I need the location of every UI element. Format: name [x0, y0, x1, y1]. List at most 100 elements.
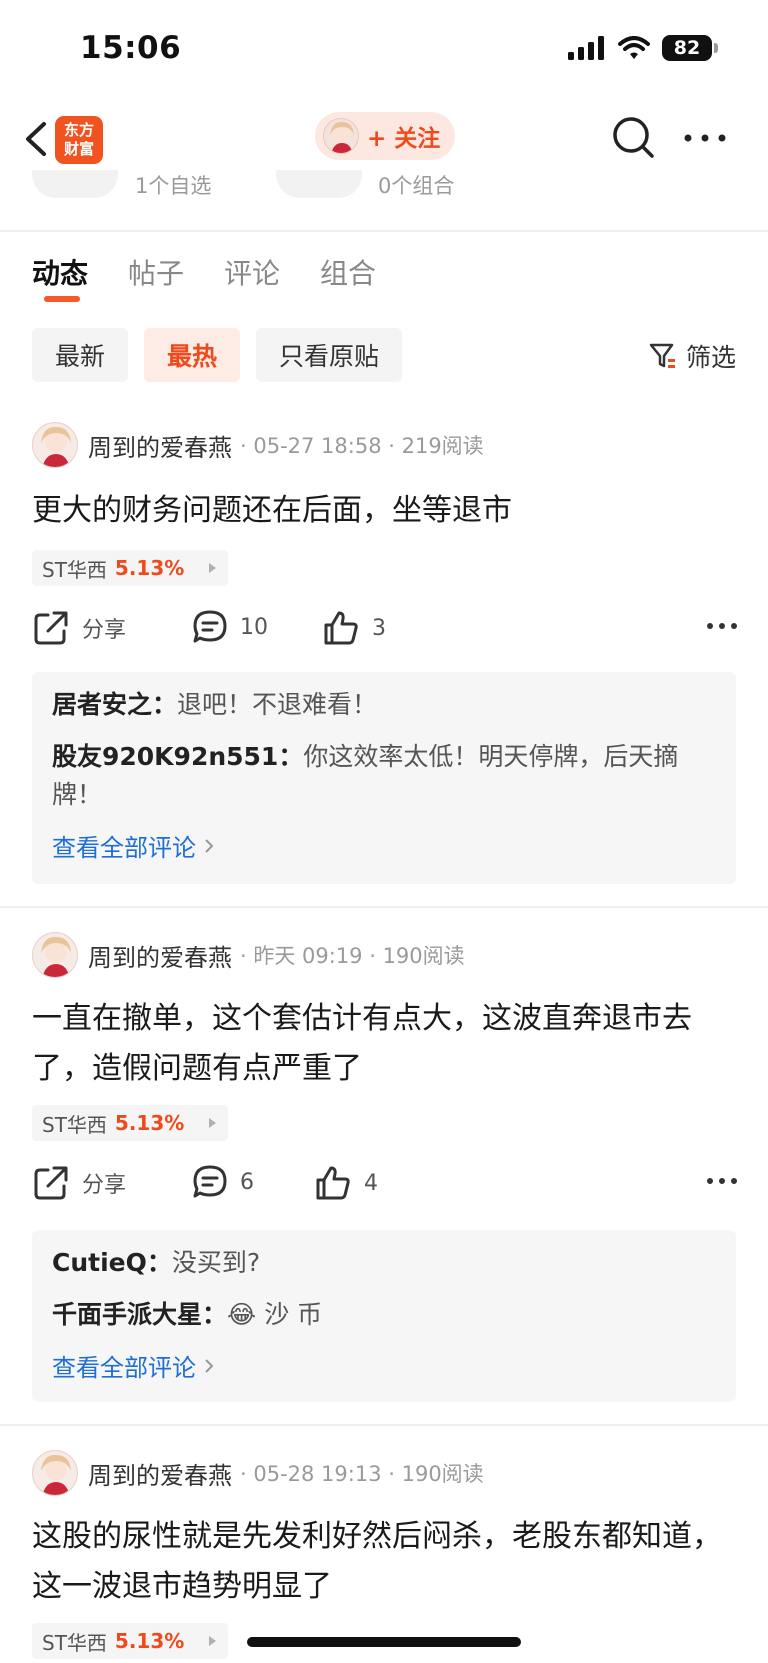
comment-preview[interactable]: 居者安之：退吧！不退难看！ 股友920K92n551：你这效率太低！明天停牌，后…	[32, 672, 736, 884]
stock-tag[interactable]: ST华西 5.13%	[32, 550, 228, 586]
follow-button[interactable]: + 关注	[315, 112, 455, 160]
follow-label: + 关注	[367, 126, 441, 152]
battery-level: 82	[662, 35, 712, 61]
post-content[interactable]: 更大的财务问题还在后面，坐等退市	[32, 486, 742, 536]
like-count: 3	[372, 615, 386, 641]
post-header: 周到的爱春燕 · 昨天 09:19 · 190阅读	[32, 932, 465, 978]
stock-change: 5.13%	[114, 1629, 185, 1653]
post-content[interactable]: 这股的尿性就是先发利好然后闷杀，老股东都知道，这一波退市趋势明显了	[32, 1512, 742, 1612]
wifi-icon	[618, 36, 650, 59]
author-name[interactable]: 周到的爱春燕	[88, 428, 232, 463]
stock-change: 5.13%	[114, 556, 185, 580]
emoji-laugh-icon: 😂	[227, 1300, 257, 1329]
avatar-illustration-icon	[330, 121, 354, 153]
more-horizontal-icon	[684, 134, 726, 142]
chip-hottest[interactable]: 最热	[144, 328, 241, 382]
comment-icon	[193, 1165, 227, 1198]
avatar[interactable]	[32, 1450, 78, 1496]
comment-text: 沙 币	[264, 1300, 323, 1329]
stock-tag[interactable]: ST华西 5.13%	[32, 1105, 228, 1141]
comment-user[interactable]: 居者安之：	[52, 690, 177, 719]
tab-comments[interactable]: 评论	[224, 252, 280, 292]
tab-label: 帖子	[128, 257, 185, 290]
post-meta: · 05-27 18:58 · 219阅读	[240, 434, 484, 458]
tab-portfolio[interactable]: 组合	[320, 252, 376, 292]
chip-latest[interactable]: 最新	[32, 328, 129, 382]
stock-tag[interactable]: ST华西 5.13%	[32, 1623, 228, 1659]
comment-icon	[193, 610, 227, 643]
post-meta: · 昨天 09:19 · 190阅读	[240, 944, 465, 968]
post-card[interactable]: 周到的爱春燕 · 昨天 09:19 · 190阅读 一直在撤单，这个套估计有点大…	[0, 932, 768, 1402]
post-card[interactable]: 周到的爱春燕 · 05-28 19:13 · 190阅读 这股的尿性就是先发利好…	[0, 1450, 768, 1660]
post-actions: 分享 10 3	[32, 609, 738, 659]
post-more-button[interactable]	[706, 1172, 738, 1191]
share-button[interactable]: 分享	[32, 1164, 126, 1202]
stock-name: ST华西	[42, 1630, 107, 1655]
thumbs-up-icon	[316, 1166, 350, 1200]
view-all-comments-link[interactable]: 查看全部评论	[52, 828, 716, 863]
share-icon	[34, 611, 68, 645]
post-more-button[interactable]	[706, 617, 738, 636]
comment-button[interactable]: 10	[192, 609, 268, 645]
status-time: 15:06	[80, 30, 182, 66]
chevron-right-icon	[205, 838, 214, 853]
play-arrow-icon	[209, 563, 216, 573]
tab-active-indicator	[44, 296, 80, 302]
share-button[interactable]: 分享	[32, 609, 126, 647]
avatar-illustration-icon	[41, 936, 71, 977]
comment-button[interactable]: 6	[192, 1164, 254, 1200]
stat-icon-pill	[32, 170, 118, 198]
post-meta: · 05-28 19:13 · 190阅读	[240, 1462, 484, 1486]
post-card[interactable]: 周到的爱春燕 · 05-27 18:58 · 219阅读 更大的财务问题还在后面…	[0, 422, 768, 884]
stat-icon-pill	[276, 170, 362, 198]
author-name[interactable]: 周到的爱春燕	[88, 938, 232, 973]
avatar[interactable]	[32, 422, 78, 468]
tab-posts[interactable]: 帖子	[128, 252, 184, 292]
avatar-illustration-icon	[41, 1454, 71, 1495]
signal-icon	[568, 36, 604, 60]
status-icons: 82	[568, 35, 718, 61]
app-logo: 东方 财富	[55, 116, 103, 164]
comment-count: 10	[240, 614, 268, 640]
view-all-comments-link[interactable]: 查看全部评论	[52, 1348, 716, 1383]
chip-original-only[interactable]: 只看原贴	[256, 328, 403, 382]
filter-button[interactable]: 筛选	[648, 338, 736, 374]
divider	[0, 906, 768, 908]
avatar[interactable]	[32, 932, 78, 978]
comment-item: 千面手派大星：😂 沙 币	[52, 1296, 716, 1334]
content-tabs: 动态 帖子 评论 组合	[32, 252, 376, 302]
back-button[interactable]	[18, 116, 58, 162]
more-button[interactable]	[680, 114, 730, 162]
comment-preview[interactable]: CutieQ：没买到? 千面手派大星：😂 沙 币 查看全部评论	[32, 1230, 736, 1402]
sort-chips: 最新 最热 只看原贴	[32, 328, 403, 382]
search-button[interactable]	[610, 114, 658, 162]
post-header: 周到的爱春燕 · 05-27 18:58 · 219阅读	[32, 422, 484, 468]
comment-text: 没买到?	[171, 1248, 261, 1277]
post-header: 周到的爱春燕 · 05-28 19:13 · 190阅读	[32, 1450, 484, 1496]
tab-label: 动态	[32, 257, 89, 290]
tab-dynamic[interactable]: 动态	[32, 252, 89, 302]
comment-user[interactable]: 千面手派大星：	[52, 1300, 227, 1329]
stat-portfolio-text: 0个组合	[378, 174, 455, 198]
like-button[interactable]: 4	[314, 1164, 378, 1202]
more-horizontal-icon	[707, 1178, 737, 1184]
share-label: 分享	[82, 618, 127, 643]
nav-bar: 东方 财富 + 关注	[0, 104, 768, 174]
thumbs-up-icon	[324, 611, 358, 645]
divider	[0, 230, 768, 232]
post-content[interactable]: 一直在撤单，这个套估计有点大，这波直奔退市去了，造假问题有点严重了	[32, 994, 742, 1094]
home-indicator[interactable]	[247, 1637, 521, 1647]
search-icon	[613, 117, 654, 158]
divider	[0, 1424, 768, 1426]
status-bar: 15:06 82	[0, 0, 768, 100]
author-name[interactable]: 周到的爱春燕	[88, 1456, 232, 1491]
logo-text-line2: 财富	[63, 140, 94, 158]
battery-icon: 82	[662, 35, 718, 61]
tab-label: 评论	[224, 257, 281, 290]
post-actions: 分享 6 4	[32, 1164, 738, 1214]
like-button[interactable]: 3	[322, 609, 386, 647]
comment-item: 居者安之：退吧！不退难看！	[52, 686, 716, 724]
comment-user[interactable]: CutieQ：	[52, 1248, 172, 1277]
more-horizontal-icon	[707, 623, 737, 629]
comment-user[interactable]: 股友920K92n551：	[52, 742, 303, 771]
